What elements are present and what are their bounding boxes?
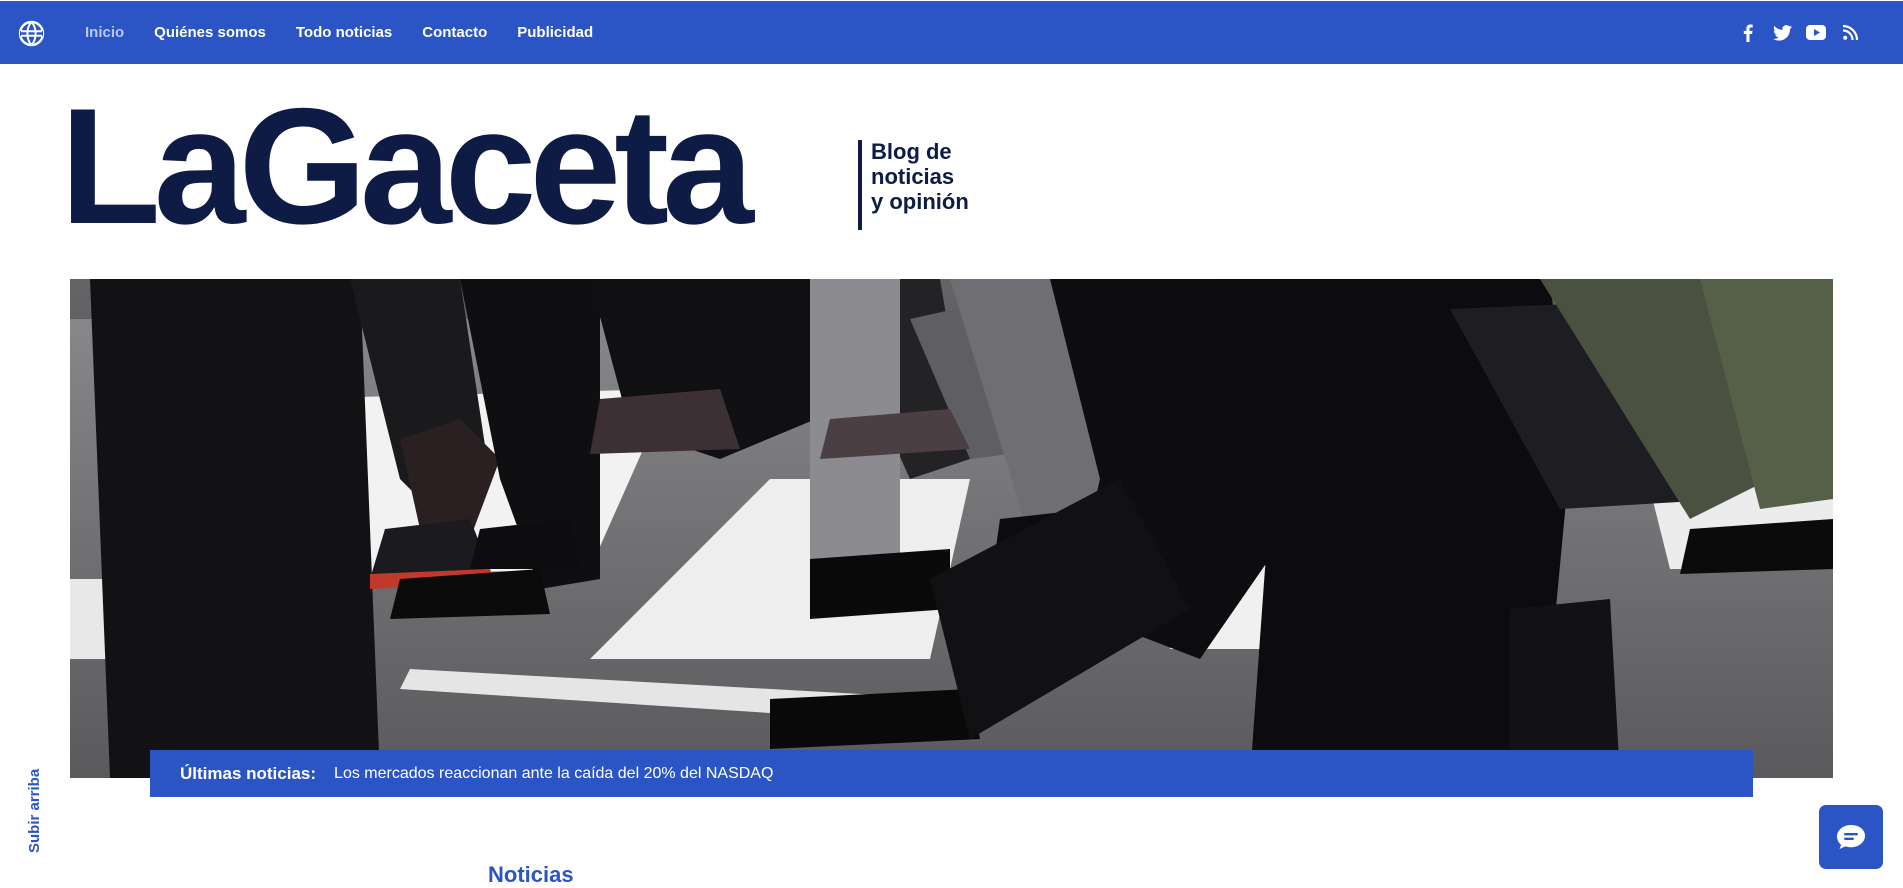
nav-item-contacto[interactable]: Contacto: [422, 24, 487, 41]
youtube-icon[interactable]: [1805, 22, 1827, 44]
ticker-headline-link[interactable]: Los mercados reaccionan ante la caída de…: [334, 765, 773, 783]
nav-item-todo-noticias[interactable]: Todo noticias: [296, 24, 392, 41]
site-tagline: Blog de noticias y opinión: [871, 139, 1011, 214]
hero-image-feet-on-crosswalk: [70, 279, 1833, 778]
nav-item-publicidad[interactable]: Publicidad: [517, 24, 593, 41]
news-section-title: Noticias: [488, 862, 574, 887]
globe-icon[interactable]: [18, 20, 45, 47]
tagline-line-3: y opinión: [871, 189, 969, 214]
ticker-label: Últimas noticias:: [180, 763, 317, 783]
main-nav: Inicio Quiénes somos Todo noticias Conta…: [85, 1, 623, 64]
tagline-divider: [858, 140, 862, 230]
latest-news-ticker[interactable]: Últimas noticias: Los mercados reacciona…: [150, 750, 1753, 797]
facebook-icon[interactable]: [1737, 22, 1759, 44]
nav-item-quienes-somos[interactable]: Quiénes somos: [154, 24, 266, 41]
tagline-line-2: noticias: [871, 164, 955, 189]
chat-button[interactable]: [1819, 805, 1883, 869]
top-navigation-bar: Inicio Quiénes somos Todo noticias Conta…: [0, 1, 1903, 64]
nav-item-inicio[interactable]: Inicio: [85, 24, 124, 41]
rss-icon[interactable]: [1839, 22, 1861, 44]
scroll-to-top-link[interactable]: Subir arriba: [26, 769, 43, 853]
chat-bubble-icon: [1837, 825, 1865, 849]
tagline-line-1: Blog de: [871, 139, 952, 164]
social-links: [1725, 1, 1861, 64]
twitter-icon[interactable]: [1771, 22, 1793, 44]
site-logo-wordmark[interactable]: LaGaceta: [60, 84, 754, 249]
